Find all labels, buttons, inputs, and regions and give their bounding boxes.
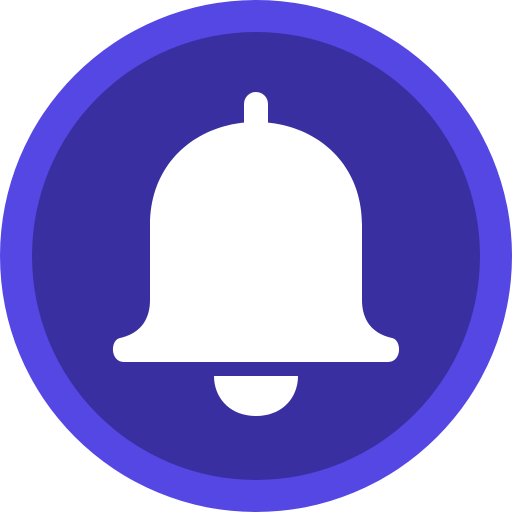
bell-icon-svg [0, 0, 512, 512]
notification-icon-badge[interactable] [0, 0, 512, 512]
